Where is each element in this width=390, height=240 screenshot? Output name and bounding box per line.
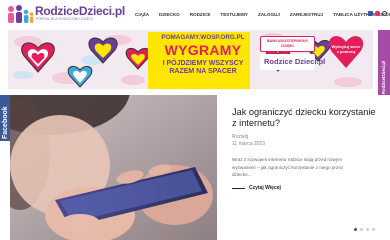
social-links: [368, 11, 387, 16]
hero-image[interactable]: [10, 95, 217, 240]
banner-subline-2: RAZEM NA SPACER: [169, 68, 237, 75]
banner-headline: WYGRAMY: [156, 42, 250, 58]
banner-heart-text: Wylicytuj serce z pomocą: [331, 44, 361, 54]
banner-subline-1: I PÓJDZIEMY WSZYSCY: [162, 60, 244, 67]
slider-dot[interactable]: [360, 228, 363, 231]
nav-ciaza[interactable]: CIĄŻA: [130, 10, 154, 20]
nav-testujemy[interactable]: TESTUJEMY: [215, 10, 253, 20]
slider-dot[interactable]: [366, 228, 369, 231]
logo-text: RodziceDzieci.pl: [35, 4, 125, 18]
slider-dot[interactable]: [372, 228, 375, 231]
facebook-side-tab-label: Facebook: [2, 106, 9, 139]
read-more-label: Czytaj Więcej: [249, 185, 281, 191]
banner-subline: I PÓJDZIEMY WSZYSCY RAZEM NA SPACER: [156, 59, 250, 79]
read-more-link[interactable]: Czytaj Więcej: [232, 183, 281, 193]
site-logo[interactable]: RodziceDzieci.pl PORTAL DLA RODZICÓW I D…: [5, 4, 125, 24]
banner-url: POMAGAMY.WOSP.ORG.PL: [156, 33, 250, 42]
site-header: RodziceDzieci.pl PORTAL DLA RODZICÓW I D…: [0, 0, 390, 28]
banner-logo-text: Rodzice Dzieci.pl: [264, 57, 326, 66]
read-more-line: [232, 187, 245, 189]
logo-tagline: PORTAL DLA RODZICÓW I DZIECI: [36, 17, 93, 21]
nav-rodzice[interactable]: RODZICE: [185, 10, 216, 20]
side-tab-label: RodziceDzieci.pl: [381, 60, 386, 94]
nav-zarejestruj[interactable]: ZAREJESTRUJ: [285, 10, 328, 20]
search-icon[interactable]: [382, 11, 387, 16]
side-tab-rodzicedzieci[interactable]: RodziceDzieci.pl: [378, 30, 390, 98]
nav-dziecko[interactable]: DZIECKO: [154, 10, 185, 20]
family-logo-icon: [8, 5, 34, 23]
banner-badge: BAWI UDOSTĘPNIONY DZIĘKI: [260, 36, 315, 52]
facebook-side-tab[interactable]: Facebook: [0, 95, 10, 141]
article-date: 11 marca 2023: [232, 141, 265, 147]
child-with-phone-photo: [10, 95, 217, 240]
article-category[interactable]: Rozwój: [232, 134, 248, 140]
nav-zaloguj[interactable]: ZALOGUJ: [253, 10, 285, 20]
article-title[interactable]: Jak ograniczyć dziecku korzystanie z int…: [232, 107, 377, 129]
wosp-banner[interactable]: POMAGAMY.WOSP.ORG.PL WYGRAMY I PÓJDZIEMY…: [8, 30, 373, 89]
instagram-icon[interactable]: [375, 11, 380, 16]
slider-dots: [354, 228, 375, 231]
article-excerpt: Wraz z rozwojem internetu rodzice stają …: [232, 157, 344, 177]
slider-dot[interactable]: [354, 228, 357, 231]
featured-article: Jak ograniczyć dziecku korzystanie z int…: [217, 95, 390, 240]
main-nav: CIĄŻA DZIECKO RODZICE TESTUJEMY ZALOGUJ …: [130, 10, 390, 20]
facebook-icon[interactable]: [368, 11, 373, 16]
